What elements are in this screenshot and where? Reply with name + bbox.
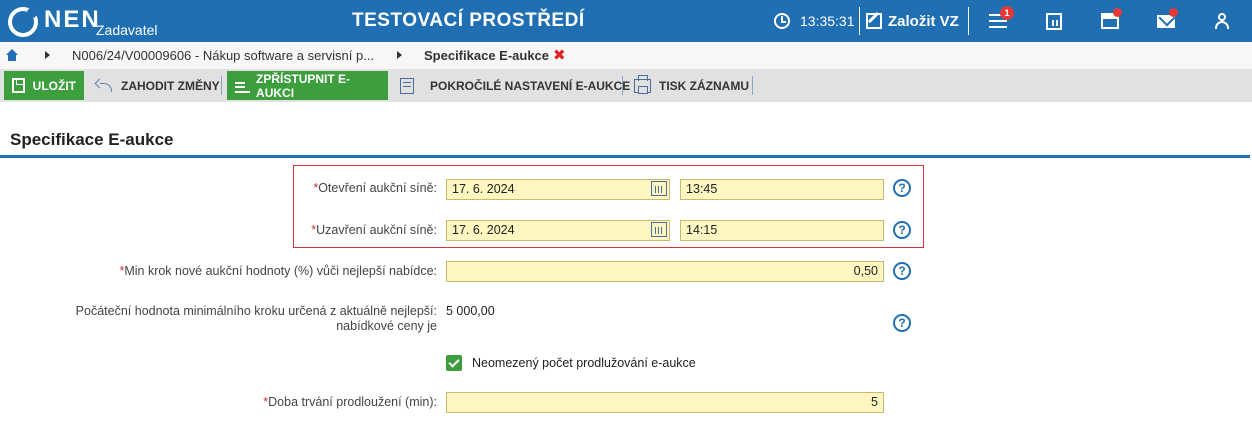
- nen-logo[interactable]: NEN: [8, 5, 101, 39]
- breadcrumb-contract-link[interactable]: N006/24/V00009606 - Nákup software a ser…: [72, 48, 374, 63]
- opening-date-field[interactable]: 17. 6. 2024: [446, 179, 670, 200]
- publish-icon: [235, 79, 251, 93]
- home-icon[interactable]: [6, 49, 18, 61]
- logo-icon: [8, 7, 38, 37]
- section-underline: [0, 155, 1250, 158]
- closing-time-field[interactable]: 14:15: [680, 220, 884, 241]
- inbox-button[interactable]: [1090, 0, 1130, 42]
- divider: [968, 7, 969, 35]
- chevron-right-icon: [45, 51, 50, 59]
- closing-label: *Uzavření aukční síně:: [311, 223, 437, 237]
- undo-icon: [96, 80, 112, 92]
- opening-label: *Otevření aukční síně:: [313, 181, 437, 195]
- create-contract-button[interactable]: Založit VZ: [866, 0, 959, 42]
- print-record-button[interactable]: TISK ZÁZNAMU: [634, 71, 749, 100]
- extension-duration-label: *Doba trvání prodloužení (min):: [263, 395, 437, 409]
- chevron-right-icon: [397, 51, 402, 59]
- min-step-field[interactable]: 0,50: [446, 261, 884, 282]
- toolbar-divider: [221, 76, 222, 95]
- toolbar-divider: [622, 76, 623, 95]
- logo-subtitle: Zadavatel: [96, 22, 158, 38]
- logo-text: NEN: [44, 6, 101, 33]
- user-button[interactable]: [1202, 0, 1242, 42]
- divider: [859, 7, 860, 35]
- user-icon: [1215, 13, 1229, 29]
- clock-icon: [774, 13, 790, 29]
- discard-changes-button[interactable]: ZAHODIT ZMĚNY: [96, 71, 220, 100]
- help-icon[interactable]: ?: [893, 262, 911, 280]
- calculator-icon: [1046, 12, 1062, 30]
- environment-title: TESTOVACÍ PROSTŘEDÍ: [352, 10, 585, 31]
- closing-date-field[interactable]: 17. 6. 2024: [446, 220, 670, 241]
- toolbar-divider: [752, 76, 753, 95]
- create-contract-label: Založit VZ: [888, 12, 959, 30]
- min-step-label: *Min krok nové aukční hodnoty (%) vůči n…: [119, 264, 437, 278]
- breadcrumb: N006/24/V00009606 - Nákup software a ser…: [0, 42, 1252, 69]
- print-label: TISK ZÁZNAMU: [659, 78, 749, 93]
- menu-button[interactable]: 1: [978, 0, 1018, 42]
- discard-label: ZAHODIT ZMĚNY: [121, 78, 220, 93]
- save-icon: [12, 78, 25, 93]
- save-button[interactable]: ULOŽIT: [4, 71, 84, 100]
- help-icon[interactable]: ?: [893, 221, 911, 239]
- save-label: ULOŽIT: [32, 78, 76, 93]
- action-toolbar: ULOŽIT ZAHODIT ZMĚNY ZPŘÍSTUPNIT E-AUKCI…: [0, 69, 1252, 102]
- close-tab-icon[interactable]: ✖: [553, 46, 566, 64]
- breadcrumb-current: Specifikace E-aukce: [424, 48, 550, 63]
- help-icon[interactable]: ?: [893, 314, 911, 332]
- calculator-button[interactable]: [1034, 0, 1074, 42]
- messages-button[interactable]: [1146, 0, 1186, 42]
- initial-step-value: 5 000,00: [446, 304, 495, 318]
- mail-alert-dot: [1169, 8, 1178, 17]
- notification-badge: 1: [1000, 6, 1014, 20]
- initial-step-label: Počáteční hodnota minimálního kroku urče…: [75, 304, 437, 333]
- edit-icon: [866, 13, 882, 29]
- session-clock: 13:35:31: [774, 0, 855, 42]
- page-title: Specifikace E-aukce: [10, 130, 174, 149]
- help-icon[interactable]: ?: [893, 179, 911, 197]
- opening-time-field[interactable]: 13:45: [680, 179, 884, 200]
- inbox-alert-dot: [1113, 8, 1122, 17]
- calendar-icon[interactable]: [651, 222, 667, 237]
- advanced-settings-button[interactable]: POKROČILÉ NASTAVENÍ E-AUKCE: [400, 71, 630, 100]
- publish-auction-button[interactable]: ZPŘÍSTUPNIT E-AUKCI: [227, 71, 388, 100]
- advanced-label: POKROČILÉ NASTAVENÍ E-AUKCE: [430, 78, 631, 93]
- publish-label: ZPŘÍSTUPNIT E-AUKCI: [256, 71, 351, 100]
- extension-duration-field[interactable]: 5: [446, 392, 884, 413]
- unlimited-extension-checkbox[interactable]: [446, 355, 462, 371]
- document-icon: [400, 77, 414, 94]
- clock-time: 13:35:31: [800, 13, 855, 29]
- unlimited-extension-label[interactable]: Neomezený počet prodlužování e-aukce: [472, 356, 696, 370]
- calendar-icon[interactable]: [651, 181, 667, 196]
- printer-icon: [634, 74, 651, 94]
- top-bar: NEN Zadavatel TESTOVACÍ PROSTŘEDÍ 13:35:…: [0, 0, 1252, 42]
